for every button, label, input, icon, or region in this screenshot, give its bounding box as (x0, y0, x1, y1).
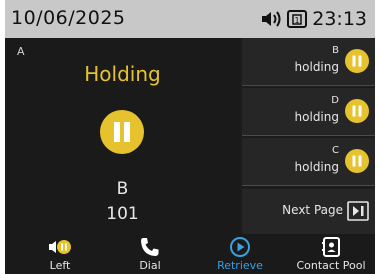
pause-icon (345, 99, 369, 123)
call-item-name: D (331, 95, 339, 106)
caller-number: 101 (106, 204, 139, 224)
contact-card-icon (322, 237, 340, 257)
speaker-hold-icon (49, 240, 71, 254)
call-state: Holding (84, 62, 161, 86)
softkey-dial-label: Dial (139, 259, 161, 272)
phone-handset-icon (141, 238, 159, 256)
phone-screen: 10/06/2025 1 23:13 A Holding B 101 B hol… (5, 0, 375, 274)
softkey-contact-pool-label: Contact Pool (296, 259, 366, 272)
call-item-state: holding (294, 160, 339, 174)
caller-name: B (116, 179, 129, 199)
svg-text:1: 1 (295, 16, 300, 25)
date-display: 10/06/2025 (11, 7, 126, 29)
call-list-item[interactable]: C holding (242, 138, 375, 186)
softkey-bar: Left Dial Retrieve Contact Pool (5, 234, 375, 274)
pause-icon (345, 49, 369, 73)
line-label: A (17, 45, 25, 58)
status-indicators: 1 23:13 (260, 7, 367, 31)
speaker-volume-icon (260, 9, 282, 29)
status-bar: 10/06/2025 1 23:13 (5, 0, 375, 38)
next-page-button[interactable]: Next Page (242, 189, 375, 234)
pause-icon (345, 149, 369, 173)
softkey-retrieve[interactable]: Retrieve (200, 234, 280, 274)
call-list-item[interactable]: D holding (242, 88, 375, 136)
call-item-name: B (332, 45, 339, 56)
softkey-left-label: Left (49, 259, 71, 272)
next-page-label: Next Page (282, 203, 343, 217)
call-item-name: C (332, 145, 339, 156)
softkey-dial[interactable]: Dial (115, 234, 185, 274)
softkey-left[interactable]: Left (25, 234, 95, 274)
softkey-contact-pool[interactable]: Contact Pool (290, 234, 372, 274)
call-list-item[interactable]: B holding (242, 38, 375, 86)
pause-icon (100, 110, 144, 154)
play-circle-icon (230, 237, 250, 257)
call-item-state: holding (294, 60, 339, 74)
call-list: B holding D holding C holding Next Page (242, 38, 375, 234)
next-page-icon (347, 201, 369, 221)
line-key-icon: 1 (286, 9, 308, 29)
call-item-state: holding (294, 110, 339, 124)
time-display: 23:13 (312, 8, 367, 30)
softkey-retrieve-label: Retrieve (217, 259, 263, 272)
active-call-panel[interactable]: A Holding B 101 (5, 38, 240, 234)
